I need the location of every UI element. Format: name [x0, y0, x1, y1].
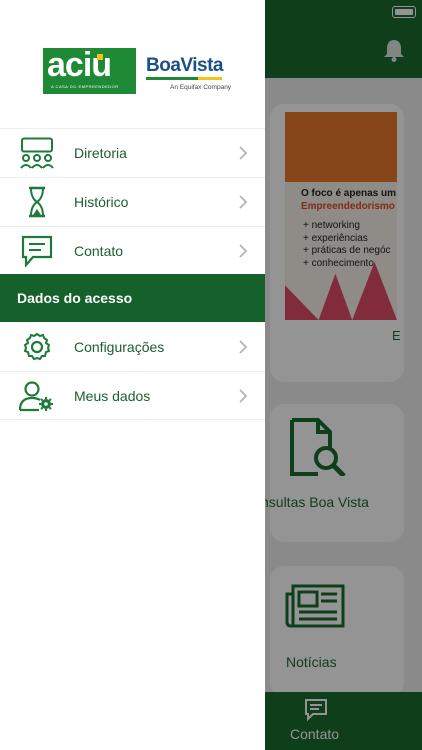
menu-item-diretoria[interactable]: Diretoria	[0, 128, 265, 178]
boavista-logo-tagline: An Equifax Company	[170, 84, 232, 91]
chevron-right-icon	[239, 389, 248, 403]
aciu-logo-word: aciu	[47, 46, 112, 84]
side-drawer: aciu A CASA DO EMPREENDEDOR BoaVista An …	[0, 0, 265, 750]
aciu-logo-tagline: A CASA DO EMPREENDEDOR	[51, 84, 119, 89]
chevron-right-icon	[239, 244, 248, 258]
aciu-logo-dot	[97, 54, 103, 60]
chevron-right-icon	[239, 340, 248, 354]
boavista-logo-name: BoaVista	[146, 55, 223, 76]
gear-icon	[23, 332, 51, 361]
menu-item-label: Configurações	[74, 339, 165, 355]
menu-item-label: Diretoria	[74, 145, 127, 161]
menu-item-configuracoes[interactable]: Configurações	[0, 323, 265, 372]
menu-item-historico[interactable]: Histórico	[0, 177, 265, 227]
hourglass-icon	[29, 186, 45, 218]
menu-item-label: Meus dados	[74, 388, 151, 404]
boavista-logo-accent	[198, 77, 222, 80]
menu-item-meus-dados[interactable]: Meus dados	[0, 371, 265, 421]
group-meeting-icon	[20, 137, 54, 169]
user-settings-icon	[18, 381, 53, 412]
chevron-right-icon	[239, 195, 248, 209]
chevron-right-icon	[239, 146, 248, 160]
menu-item-label: Contato	[74, 243, 124, 259]
section-title: Dados do acesso	[17, 290, 133, 306]
section-header-dados-acesso: Dados do acesso	[0, 274, 265, 322]
menu-item-label: Histórico	[74, 194, 129, 210]
menu-divider	[0, 419, 265, 420]
aciu-logo: aciu A CASA DO EMPREENDEDOR	[43, 46, 136, 94]
chat-icon	[21, 235, 53, 267]
menu-item-contato[interactable]: Contato	[0, 226, 265, 276]
